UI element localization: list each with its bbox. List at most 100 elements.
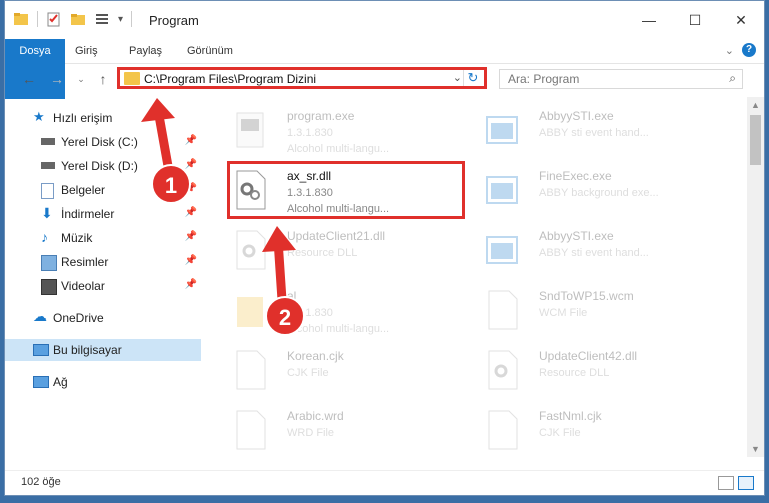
dll-file-icon bbox=[236, 230, 266, 270]
tiles-view-icon[interactable] bbox=[738, 476, 754, 490]
pin-icon[interactable]: 📌 bbox=[185, 135, 197, 146]
file-description: WRD File bbox=[287, 427, 335, 439]
pin-icon[interactable]: 📌 bbox=[185, 159, 197, 170]
sidebar-item-network[interactable]: Ağ bbox=[5, 371, 201, 393]
file-description: ABBY background exe... bbox=[539, 187, 659, 199]
list-item[interactable]: AbbyySTI.exe ABBY sti event hand... bbox=[477, 223, 727, 283]
list-item[interactable]: program.exe 1.3.1.830 Alcohol multi-lang… bbox=[225, 103, 475, 163]
divider bbox=[131, 11, 133, 27]
list-item[interactable]: AbbyySTI.exe ABBY sti event hand... bbox=[477, 103, 727, 163]
folder-icon bbox=[237, 297, 263, 327]
explorer-window: ▾ Program — ☐ ✕ Dosya Giriş Paylaş Görün… bbox=[4, 0, 765, 496]
computer-icon bbox=[33, 344, 49, 356]
dll-file-icon bbox=[488, 350, 518, 390]
window-controls: — ☐ ✕ bbox=[626, 1, 764, 39]
drive-icon bbox=[41, 162, 55, 169]
file-name: UpdateClient42.dll bbox=[539, 349, 638, 363]
file-description: CJK File bbox=[287, 367, 329, 379]
file-description: CJK File bbox=[539, 427, 581, 439]
file-version: 1.3.1.830 bbox=[287, 127, 333, 139]
sidebar-item-pictures[interactable]: Resimler 📌 bbox=[5, 251, 201, 273]
list-item[interactable]: UpdateClient42.dll Resource DLL bbox=[477, 343, 727, 403]
list-item[interactable]: SndToWP15.wcm WCM File bbox=[477, 283, 727, 343]
sidebar-item-label: İndirmeler bbox=[61, 207, 115, 221]
list-item[interactable]: Arabic.wrd WRD File bbox=[225, 403, 475, 463]
maximize-button[interactable]: ☐ bbox=[672, 1, 718, 39]
sidebar-item-music[interactable]: ♪ Müzik 📌 bbox=[5, 227, 201, 249]
up-arrow-icon[interactable]: ↑ bbox=[93, 69, 113, 89]
chevron-down-icon[interactable]: ▾ bbox=[118, 14, 123, 25]
vertical-scrollbar[interactable]: ▲ ▼ bbox=[747, 97, 764, 457]
file-name: program.exe bbox=[287, 109, 355, 123]
videos-icon bbox=[41, 279, 57, 295]
sidebar-item-label: Bu bilgisayar bbox=[53, 343, 122, 357]
drive-icon bbox=[41, 138, 55, 145]
sidebar-item-videos[interactable]: Videolar 📌 bbox=[5, 275, 201, 297]
properties-icon[interactable] bbox=[46, 11, 62, 27]
file-name: Korean.cjk bbox=[287, 349, 344, 363]
list-item[interactable]: UpdateClient21.dll Resource DLL bbox=[225, 223, 475, 283]
file-description: Resource DLL bbox=[539, 367, 610, 379]
pin-icon[interactable]: 📌 bbox=[185, 279, 197, 290]
forward-arrow-icon[interactable]: → bbox=[47, 69, 67, 89]
callout-1: 1 bbox=[151, 164, 191, 204]
sidebar-item-downloads[interactable]: ⬇ İndirmeler 📌 bbox=[5, 203, 201, 225]
new-folder-icon[interactable] bbox=[70, 11, 86, 27]
file-name: AbbyySTI.exe bbox=[539, 229, 614, 243]
sidebar-item-label: Hızlı erişim bbox=[53, 111, 113, 125]
file-description: WCM File bbox=[539, 307, 588, 319]
divider bbox=[37, 11, 38, 27]
details-view-icon[interactable] bbox=[718, 476, 734, 490]
pin-icon[interactable]: 📌 bbox=[185, 207, 197, 218]
file-description: ABBY sti event hand... bbox=[539, 127, 649, 139]
sidebar-item-local-disk-c[interactable]: Yerel Disk (C:) 📌 bbox=[5, 131, 201, 153]
file-description: Alcohol multi-langu... bbox=[287, 143, 390, 155]
sidebar-item-onedrive[interactable]: ☁ OneDrive bbox=[5, 307, 201, 329]
sidebar-item-label: Videolar bbox=[61, 279, 105, 293]
list-item[interactable]: FastNml.cjk CJK File bbox=[477, 403, 727, 463]
sidebar-item-this-pc[interactable]: Bu bilgisayar bbox=[5, 339, 201, 361]
search-icon: ⌕ bbox=[729, 71, 736, 85]
navigation-pane: ★ Hızlı erişim Yerel Disk (C:) 📌 Yerel D… bbox=[5, 97, 201, 457]
file-name: FineExec.exe bbox=[539, 169, 612, 183]
tab-home[interactable]: Giriş bbox=[75, 39, 98, 63]
search-input[interactable]: Ara: Program ⌕ bbox=[499, 69, 743, 89]
address-bar[interactable]: C:\Program Files\Program Dizini ⌄ ↻ bbox=[117, 67, 487, 89]
list-item[interactable]: FineExec.exe ABBY background exe... bbox=[477, 163, 727, 223]
scrollbar-thumb[interactable] bbox=[750, 115, 761, 165]
documents-icon bbox=[41, 183, 54, 199]
scroll-down-icon[interactable]: ▼ bbox=[747, 441, 764, 457]
generic-file-icon bbox=[236, 410, 266, 450]
file-list: program.exe 1.3.1.830 Alcohol multi-lang… bbox=[215, 97, 741, 457]
address-path: C:\Program Files\Program Dizini bbox=[144, 72, 317, 86]
pin-icon[interactable]: 📌 bbox=[185, 231, 197, 242]
pin-icon[interactable]: 📌 bbox=[185, 255, 197, 266]
file-name: Arabic.wrd bbox=[287, 409, 344, 423]
window-title: Program bbox=[149, 13, 199, 28]
scroll-up-icon[interactable]: ▲ bbox=[747, 97, 764, 113]
back-arrow-icon[interactable]: ← bbox=[19, 69, 39, 89]
sidebar-item-quick-access[interactable]: ★ Hızlı erişim bbox=[5, 107, 201, 129]
search-placeholder: Ara: Program bbox=[508, 72, 580, 86]
music-icon: ♪ bbox=[41, 229, 48, 245]
sidebar-item-label: Müzik bbox=[61, 231, 93, 245]
customize-icon[interactable] bbox=[94, 11, 110, 27]
close-button[interactable]: ✕ bbox=[718, 1, 764, 39]
chevron-down-icon[interactable]: ⌄ bbox=[725, 44, 734, 57]
generic-file-icon bbox=[236, 350, 266, 390]
list-item[interactable]: Korean.cjk CJK File bbox=[225, 343, 475, 403]
generic-file-icon bbox=[488, 290, 518, 330]
exe-file-icon bbox=[486, 116, 518, 144]
tab-view[interactable]: Görünüm bbox=[187, 39, 233, 63]
star-icon: ★ bbox=[33, 109, 45, 124]
tab-share[interactable]: Paylaş bbox=[129, 39, 162, 63]
generic-file-icon bbox=[488, 410, 518, 450]
help-icon[interactable]: ? bbox=[742, 43, 756, 57]
recent-chevron-icon[interactable]: ⌄ bbox=[71, 69, 91, 89]
folder-icon bbox=[14, 13, 28, 25]
sidebar-item-label: OneDrive bbox=[53, 311, 104, 325]
chevron-down-icon[interactable]: ⌄ bbox=[453, 71, 462, 84]
minimize-button[interactable]: — bbox=[626, 1, 672, 39]
refresh-icon[interactable]: ↻ bbox=[463, 70, 482, 86]
list-item[interactable]: al 1.3.1.830 Alcohol multi-langu... bbox=[225, 283, 475, 343]
